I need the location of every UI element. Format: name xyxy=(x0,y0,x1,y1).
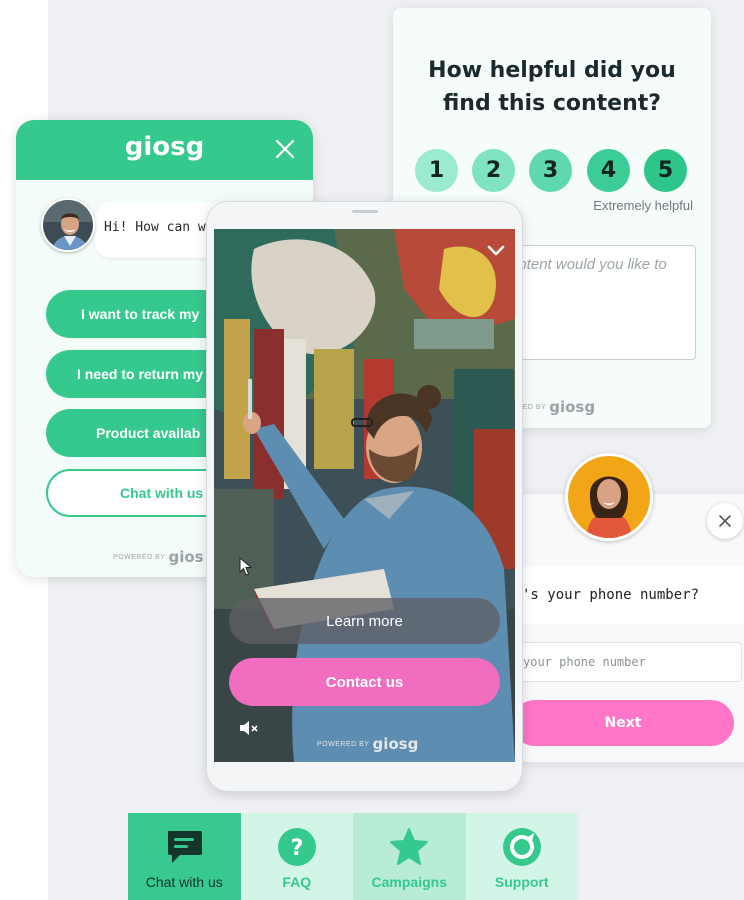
chat-icon xyxy=(164,827,204,867)
nav-item-label: Campaigns xyxy=(371,874,447,890)
bottom-nav: Chat with us ? FAQ Campaigns Support xyxy=(128,813,578,900)
giosg-logo: giosg xyxy=(549,398,596,416)
support-icon xyxy=(502,827,542,867)
feedback-textarea[interactable]: ontent would you like to xyxy=(497,245,696,360)
nav-item-faq[interactable]: ? FAQ xyxy=(240,813,353,900)
svg-text:?: ? xyxy=(290,836,303,861)
close-icon[interactable] xyxy=(270,134,300,164)
nav-item-label: FAQ xyxy=(282,874,312,890)
video-player[interactable]: Learn more Contact us POWERED BY giosg xyxy=(214,229,515,762)
question-icon: ? xyxy=(277,827,317,867)
powered-by-text: POWERED BY xyxy=(317,740,370,748)
rating-button-2[interactable]: 2 xyxy=(472,149,515,192)
chat-powered-by: POWERED BY gios xyxy=(113,548,204,566)
feedback-powered-by: ERED BY giosg xyxy=(512,398,595,416)
phone-speaker xyxy=(352,210,378,213)
nav-item-label: Support xyxy=(494,874,549,890)
rating-button-5[interactable]: 5 xyxy=(644,149,687,192)
scale-max-label: Extremely helpful xyxy=(593,198,693,213)
mute-icon[interactable] xyxy=(238,719,260,737)
nav-item-chat-with-us[interactable]: Chat with us xyxy=(128,813,241,900)
video-powered-by: POWERED BY giosg xyxy=(317,735,418,753)
nav-item-label: Chat with us xyxy=(145,874,223,890)
agent-avatar xyxy=(41,198,95,252)
feedback-question: How helpful did you find this content? xyxy=(428,58,676,116)
mouse-cursor-icon xyxy=(239,556,253,577)
next-button[interactable]: Next xyxy=(512,700,734,746)
rating-button-1[interactable]: 1 xyxy=(415,149,458,192)
close-icon[interactable] xyxy=(707,503,743,539)
powered-by-text: POWERED BY xyxy=(113,553,166,561)
star-icon xyxy=(389,827,429,867)
agent-avatar xyxy=(565,453,653,541)
phone-question-bubble: 's your phone number? xyxy=(508,566,744,624)
rating-button-3[interactable]: 3 xyxy=(529,149,572,192)
phone-number-input[interactable]: your phone number xyxy=(512,642,742,682)
contact-us-button[interactable]: Contact us xyxy=(229,658,500,706)
learn-more-button[interactable]: Learn more xyxy=(229,598,500,644)
chat-logo: giosg xyxy=(124,132,205,162)
nav-item-campaigns[interactable]: Campaigns xyxy=(353,813,466,900)
giosg-logo: gios xyxy=(168,548,204,566)
chevron-down-icon[interactable] xyxy=(484,239,508,263)
nav-item-support[interactable]: Support xyxy=(465,813,578,900)
rating-button-4[interactable]: 4 xyxy=(587,149,630,192)
rating-scale: 1 2 3 4 5 xyxy=(415,149,691,193)
giosg-logo: giosg xyxy=(372,735,419,753)
